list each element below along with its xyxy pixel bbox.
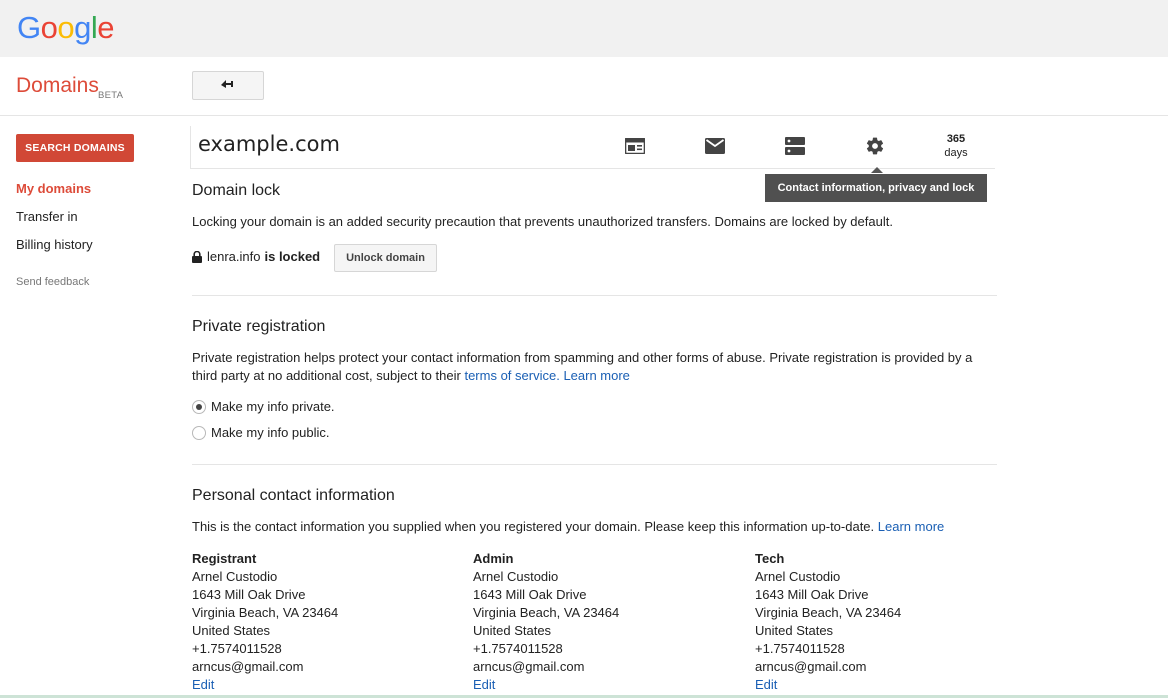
contact-phone: +1.7574011528 xyxy=(192,641,282,656)
logo-letter-o2: o xyxy=(57,10,75,45)
logo-letter-g2: g xyxy=(74,10,91,45)
edit-tech-link[interactable]: Edit xyxy=(755,676,1025,694)
sidebar-item-billing-history[interactable]: Billing history xyxy=(16,237,93,252)
contact-country: United States xyxy=(473,623,552,638)
contact-tech: Tech Arnel Custodio 1643 Mill Oak Drive … xyxy=(755,550,1025,694)
contact-phone: +1.7574011528 xyxy=(755,641,845,656)
back-button[interactable] xyxy=(192,71,264,100)
radio-label-private: Make my info private. xyxy=(211,399,335,414)
settings-tooltip: Contact information, privacy and lock xyxy=(765,174,987,202)
contact-name: Arnel Custodio xyxy=(473,569,559,584)
dns-icon[interactable] xyxy=(783,134,807,158)
domain-lock-description: Locking your domain is an added security… xyxy=(192,214,893,229)
contact-street: 1643 Mill Oak Drive xyxy=(473,587,587,602)
days-number: 365 xyxy=(946,133,966,145)
back-arrow-icon xyxy=(220,78,236,93)
contact-admin: Admin Arnel Custodio 1643 Mill Oak Drive… xyxy=(473,550,743,694)
logo-letter-e: e xyxy=(97,10,115,45)
personal-contact-description: This is the contact information you supp… xyxy=(192,518,982,536)
contact-email: arncus@gmail.com xyxy=(192,659,304,674)
sidebar-item-my-domains[interactable]: My domains xyxy=(16,181,91,196)
contact-city: Virginia Beach, VA 23464 xyxy=(192,605,339,620)
days-label: days xyxy=(944,147,968,159)
top-bar: Google xyxy=(0,0,1168,57)
radio-button-checked[interactable] xyxy=(192,399,206,414)
contact-role: Registrant xyxy=(192,551,257,566)
learn-more-link[interactable]: Learn more xyxy=(878,519,944,534)
terms-of-service-link[interactable]: terms of service. xyxy=(464,368,559,383)
product-title[interactable]: Domains xyxy=(16,74,99,98)
contact-city: Virginia Beach, VA 23464 xyxy=(755,605,902,620)
personal-contact-text: This is the contact information you supp… xyxy=(192,519,875,534)
edit-admin-link[interactable]: Edit xyxy=(473,676,743,694)
sidebar-item-transfer-in[interactable]: Transfer in xyxy=(16,209,78,224)
contact-street: 1643 Mill Oak Drive xyxy=(192,587,306,602)
contact-registrant: Registrant Arnel Custodio 1643 Mill Oak … xyxy=(192,550,462,694)
divider xyxy=(192,295,997,296)
logo-letter-o1: o xyxy=(40,10,58,45)
contact-phone: +1.7574011528 xyxy=(473,641,563,656)
contact-name: Arnel Custodio xyxy=(755,569,841,584)
contact-role: Tech xyxy=(755,551,785,566)
private-registration-title: Private registration xyxy=(192,318,326,335)
website-icon[interactable] xyxy=(623,134,647,158)
private-registration-description: Private registration helps protect your … xyxy=(192,349,982,385)
locked-status-text: is locked xyxy=(264,249,321,264)
contact-street: 1643 Mill Oak Drive xyxy=(755,587,869,602)
radio-make-public[interactable]: Make my info public. xyxy=(192,425,330,440)
domain-lock-title: Domain lock xyxy=(192,182,281,199)
edit-registrant-link[interactable]: Edit xyxy=(192,676,462,694)
domain-header: example.com 365 days Contact information… xyxy=(190,126,995,202)
settings-icon[interactable] xyxy=(863,134,887,158)
radio-button-unchecked[interactable] xyxy=(192,425,206,440)
contact-city: Virginia Beach, VA 23464 xyxy=(473,605,620,620)
tooltip-arrow xyxy=(871,167,883,173)
contact-country: United States xyxy=(755,623,834,638)
contact-country: United States xyxy=(192,623,271,638)
contact-email: arncus@gmail.com xyxy=(755,659,867,674)
learn-more-link[interactable]: Learn more xyxy=(563,368,629,383)
search-domains-button[interactable]: SEARCH DOMAINS xyxy=(16,134,134,162)
locked-domain-name: lenra.info xyxy=(207,249,261,264)
lock-icon xyxy=(192,250,202,263)
google-logo[interactable]: Google xyxy=(17,10,115,46)
logo-letter-g: G xyxy=(17,10,41,45)
contact-role: Admin xyxy=(473,551,514,566)
contact-email: arncus@gmail.com xyxy=(473,659,585,674)
days-remaining[interactable]: 365 days xyxy=(936,132,976,160)
radio-make-private[interactable]: Make my info private. xyxy=(192,399,335,414)
email-icon[interactable] xyxy=(703,134,727,158)
domain-name: example.com xyxy=(198,132,340,156)
sidebar: SEARCH DOMAINS My domains Transfer in Bi… xyxy=(0,116,170,698)
contact-name: Arnel Custodio xyxy=(192,569,278,584)
lock-status: lenra.info is locked xyxy=(192,249,320,264)
app-header: Domains BETA xyxy=(0,57,1168,116)
unlock-domain-button[interactable]: Unlock domain xyxy=(334,244,437,272)
divider xyxy=(192,464,997,465)
send-feedback-link[interactable]: Send feedback xyxy=(16,276,89,288)
main-content: example.com 365 days Contact information… xyxy=(190,116,997,698)
radio-label-public: Make my info public. xyxy=(211,425,330,440)
personal-contact-title: Personal contact information xyxy=(192,487,395,504)
beta-badge: BETA xyxy=(98,90,124,101)
